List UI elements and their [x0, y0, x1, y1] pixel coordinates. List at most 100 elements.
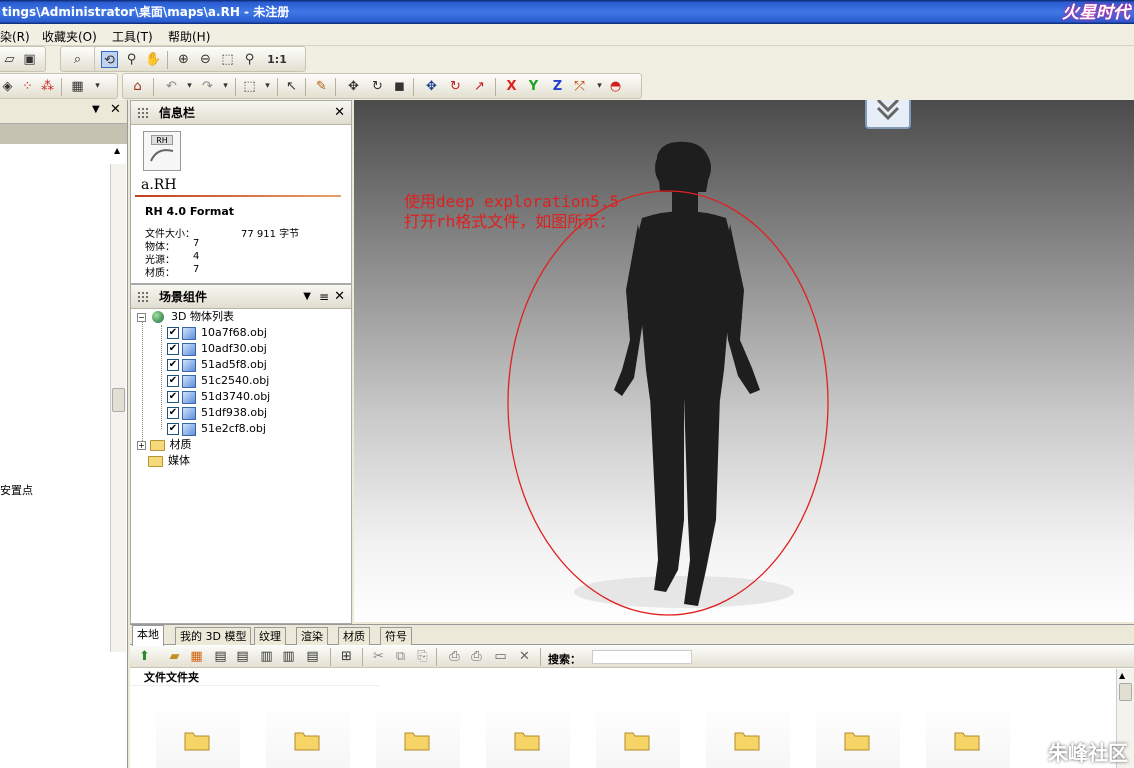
folder-item[interactable]	[926, 699, 1010, 768]
left-scrollbar[interactable]	[110, 164, 126, 652]
expand-icon[interactable]: +	[137, 440, 146, 450]
tab-my-3d-models[interactable]: 我的 3D 模型	[175, 627, 252, 645]
3d-viewport[interactable]: 使用deep exploration5.5 打开rh格式文件，如图所示：	[354, 100, 1134, 622]
home-icon[interactable]: ⌂	[129, 78, 146, 95]
tree-object[interactable]: ✔ 51df938.obj	[167, 405, 267, 421]
tree-object[interactable]: ✔ 51ad5f8.obj	[167, 357, 267, 373]
zoom-icon[interactable]: ⚲	[123, 51, 140, 68]
redo-icon[interactable]: ↷	[199, 78, 216, 95]
undo-icon[interactable]: ↶	[163, 78, 180, 95]
scale-icon[interactable]: ◼	[391, 78, 408, 95]
tab-local[interactable]: 本地	[132, 625, 164, 646]
move-object-icon[interactable]: ✥	[423, 78, 440, 95]
zoom-in-icon[interactable]: ⊕	[175, 51, 192, 68]
tab-materials[interactable]: 材质	[338, 627, 370, 645]
cut-icon[interactable]: ✂	[370, 648, 387, 665]
panel-dropdown-icon[interactable]: ▼	[303, 285, 311, 309]
view-list-icon[interactable]: ▥	[258, 648, 275, 665]
close-icon[interactable]: ✕	[110, 102, 121, 117]
grid-dropdown-icon[interactable]: ▾	[89, 78, 106, 95]
tree-object[interactable]: ✔ 10adf30.obj	[167, 341, 267, 357]
view-thumbnails-icon[interactable]: ▦	[188, 648, 205, 665]
tree-root[interactable]: − 3D 物体列表	[137, 309, 234, 325]
grip-icon[interactable]	[137, 107, 149, 119]
scroll-up-icon[interactable]: ▲	[1119, 671, 1125, 680]
view-large-icon[interactable]: ▤	[212, 648, 229, 665]
import-icon[interactable]: ⎙	[446, 648, 463, 665]
paint-icon[interactable]: ✎	[313, 78, 330, 95]
copy-icon[interactable]: ⧉	[392, 648, 409, 665]
new-folder-icon[interactable]: ▰	[166, 648, 183, 665]
folder-open-icon[interactable]: ▱	[1, 51, 18, 68]
zoom-all-icon[interactable]: ⚲	[241, 51, 258, 68]
redo-dropdown-icon[interactable]: ▾	[217, 78, 234, 95]
axis-dropdown-icon[interactable]: ▾	[591, 78, 608, 95]
menu-help[interactable]: 帮助(H)	[168, 28, 210, 45]
search-input[interactable]	[592, 650, 692, 664]
checkbox[interactable]: ✔	[167, 391, 179, 403]
menu-favorites[interactable]: 收藏夹(O)	[42, 28, 97, 45]
zoom-window-icon[interactable]: ⬚	[219, 51, 236, 68]
tree-folder-materials[interactable]: + 材质	[137, 437, 192, 453]
checkbox[interactable]: ✔	[167, 407, 179, 419]
grid-view-icon[interactable]: ⊞	[338, 648, 355, 665]
folder-item[interactable]	[486, 699, 570, 768]
folder-item[interactable]	[266, 699, 350, 768]
tab-render[interactable]: 渲染	[296, 627, 328, 645]
rotate-view-icon[interactable]: ⟲	[101, 51, 118, 68]
export-icon[interactable]: ⎙	[468, 648, 485, 665]
document-icon[interactable]: ▭	[492, 648, 509, 665]
rotate-object-icon[interactable]: ↻	[447, 78, 464, 95]
undo-dropdown-icon[interactable]: ▾	[181, 78, 198, 95]
close-icon[interactable]: ✕	[334, 101, 345, 125]
axis-xyz-icon[interactable]: ⤱	[571, 78, 588, 95]
folder-item[interactable]	[376, 699, 460, 768]
select-rect-icon[interactable]: ⬚	[241, 78, 258, 95]
delete-icon[interactable]: ✕	[516, 648, 533, 665]
collapse-icon[interactable]: −	[137, 312, 146, 322]
pointer-icon[interactable]: ↖	[283, 78, 300, 95]
preview-icon[interactable]: ⌕	[69, 51, 86, 68]
vertices-icon[interactable]: ⁂	[39, 78, 56, 95]
list-icon[interactable]: ≡	[319, 285, 329, 309]
cube-icon[interactable]: ◈	[0, 78, 16, 95]
checkbox[interactable]: ✔	[167, 423, 179, 435]
tab-symbols[interactable]: 符号	[380, 627, 412, 645]
tab-textures[interactable]: 纹理	[254, 627, 286, 645]
move-icon[interactable]: ✥	[345, 78, 362, 95]
grid-icon[interactable]: ▦	[69, 78, 86, 95]
close-icon[interactable]: ✕	[334, 285, 345, 309]
axis-y-button[interactable]: Y	[525, 78, 542, 95]
panel-dropdown-icon[interactable]: ▼	[92, 104, 100, 115]
zoom-out-icon[interactable]: ⊖	[197, 51, 214, 68]
checkbox[interactable]: ✔	[167, 343, 179, 355]
checkbox[interactable]: ✔	[167, 327, 179, 339]
tree-object[interactable]: ✔ 51d3740.obj	[167, 389, 270, 405]
folder-item[interactable]	[156, 699, 240, 768]
checkbox[interactable]: ✔	[167, 375, 179, 387]
window-icon[interactable]: ▣	[21, 51, 38, 68]
view-small-icon[interactable]: ▤	[234, 648, 251, 665]
select-dropdown-icon[interactable]: ▾	[259, 78, 276, 95]
scale-object-icon[interactable]: ↗	[471, 78, 488, 95]
folder-item[interactable]	[816, 699, 900, 768]
pan-hand-icon[interactable]: ✋	[145, 51, 162, 68]
rotate-icon[interactable]: ↻	[369, 78, 386, 95]
view-details-icon[interactable]: ▥	[280, 648, 297, 665]
tree-object[interactable]: ✔ 51c2540.obj	[167, 373, 269, 389]
tree-folder-media[interactable]: 媒体	[148, 453, 190, 469]
axis-z-button[interactable]: Z	[549, 78, 566, 95]
menu-tools[interactable]: 工具(T)	[112, 28, 153, 45]
axis-x-button[interactable]: X	[503, 78, 520, 95]
points-icon[interactable]: ⁘	[19, 78, 36, 95]
view-table-icon[interactable]: ▤	[304, 648, 321, 665]
folder-item[interactable]	[706, 699, 790, 768]
folder-item[interactable]	[596, 699, 680, 768]
scroll-up-icon[interactable]: ▲	[114, 146, 120, 155]
hat-icon[interactable]: ◓	[607, 78, 624, 95]
grip-icon[interactable]	[137, 291, 149, 303]
tree-object[interactable]: ✔ 10a7f68.obj	[167, 325, 267, 341]
checkbox[interactable]: ✔	[167, 359, 179, 371]
up-folder-icon[interactable]: ⬆	[136, 648, 153, 665]
menu-render[interactable]: 染(R)	[0, 28, 30, 45]
